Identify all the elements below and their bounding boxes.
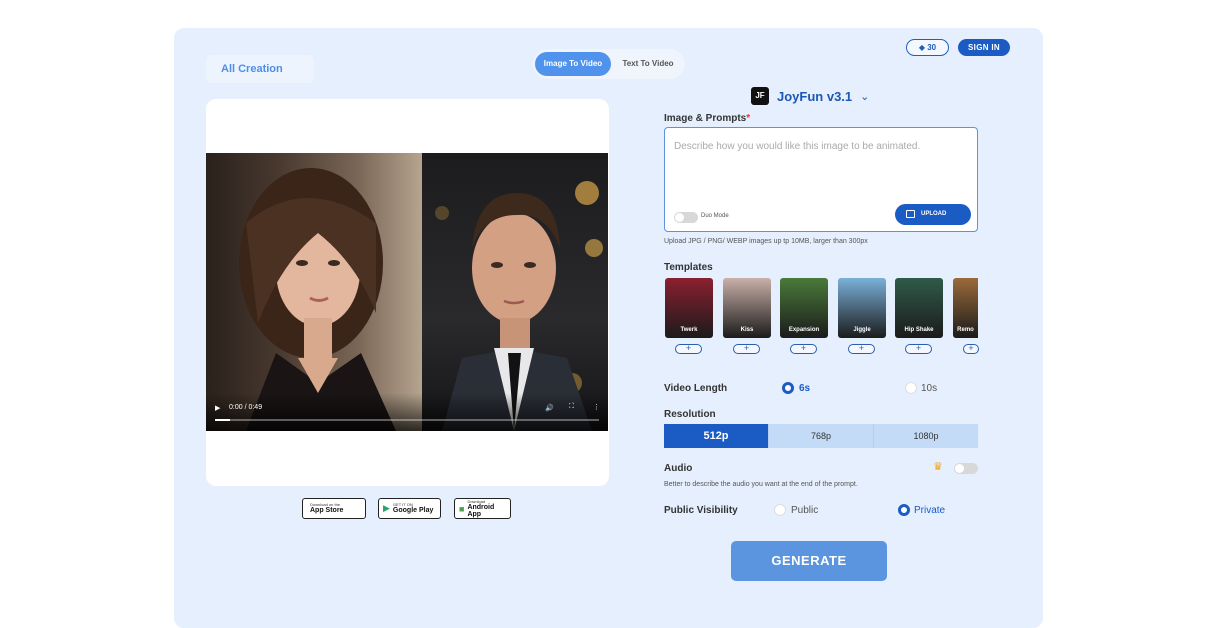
- video-time: 0:00 / 0:49: [229, 404, 263, 411]
- generate-button[interactable]: GENERATE: [731, 541, 887, 581]
- radio-public[interactable]: [774, 504, 786, 516]
- template-card[interactable]: Expansion: [780, 278, 828, 338]
- preview-card: ▶ 0:00 / 0:49 🔊 ⛶ ⋮: [206, 99, 609, 486]
- add-template-button[interactable]: +: [790, 344, 817, 354]
- app-store-badge[interactable]: Download on the App Store: [302, 498, 366, 519]
- man-portrait: [422, 153, 608, 431]
- image-icon: [906, 210, 915, 218]
- option-public: Public: [791, 505, 819, 516]
- resolution-label: Resolution: [664, 409, 716, 420]
- image-prompts-label: Image & Prompts*: [664, 113, 751, 124]
- prompt-placeholder: Describe how you would like this image t…: [674, 141, 921, 152]
- audio-hint: Better to describe the audio you want at…: [664, 481, 858, 488]
- volume-icon[interactable]: 🔊: [545, 404, 554, 412]
- add-template-button[interactable]: +: [848, 344, 875, 354]
- add-template-button[interactable]: +: [905, 344, 932, 354]
- template-label: Jiggle: [853, 327, 871, 333]
- template-label: Expansion: [788, 327, 820, 333]
- mode-switch: Image To Video Text To Video: [533, 49, 685, 79]
- resolution-768p[interactable]: 768p: [768, 424, 873, 448]
- android-app-badge[interactable]: ■ Download Android App: [454, 498, 511, 519]
- video-progress-fill: [215, 419, 231, 421]
- video-controls: [206, 393, 608, 431]
- template-card[interactable]: Remo: [953, 278, 978, 338]
- template-label: Remo: [957, 327, 974, 333]
- woman-portrait: [206, 153, 422, 431]
- template-label: Hip Shake: [904, 327, 934, 333]
- more-options-icon[interactable]: ⋮: [593, 403, 600, 411]
- tab-text-to-video[interactable]: Text To Video: [613, 52, 683, 76]
- option-private: Private: [914, 505, 946, 516]
- template-label: Twerk: [680, 327, 698, 333]
- radio-private[interactable]: [898, 504, 910, 516]
- radio-6s[interactable]: [782, 382, 794, 394]
- google-play-icon: ▶: [383, 503, 390, 513]
- video-progress-bar[interactable]: [215, 419, 599, 421]
- android-label: Android App: [467, 503, 495, 518]
- radio-10s[interactable]: [905, 382, 917, 394]
- upload-button[interactable]: UPLOAD: [895, 204, 971, 225]
- play-icon[interactable]: ▶: [215, 404, 220, 412]
- upload-hint: Upload JPG / PNG/ WEBP images up tp 10MB…: [664, 238, 868, 245]
- model-name: JoyFun v3.1: [777, 88, 853, 104]
- model-selector[interactable]: JF JoyFun v3.1 ⌄: [751, 86, 869, 106]
- add-template-button[interactable]: +: [675, 344, 702, 354]
- google-play-label: Google Play: [392, 507, 434, 514]
- option-10s: 10s: [921, 383, 938, 394]
- video-length-label: Video Length: [664, 383, 728, 394]
- resolution-1080p[interactable]: 1080p: [873, 424, 978, 448]
- template-card[interactable]: Twerk: [665, 278, 713, 338]
- audio-label: Audio: [664, 463, 693, 474]
- credits-badge[interactable]: ◆ 30: [906, 39, 949, 56]
- sign-in-button[interactable]: SIGN IN: [958, 39, 1010, 56]
- diamond-icon: ◆: [918, 43, 925, 52]
- joyfun-logo: JF: [751, 87, 769, 105]
- resolution-selector: 512p 768p 1080p: [664, 424, 978, 448]
- app-store-label: App Store: [310, 507, 344, 514]
- chevron-down-icon: ⌄: [860, 90, 870, 103]
- templates-label: Templates: [664, 262, 713, 273]
- video-player[interactable]: ▶ 0:00 / 0:49 🔊 ⛶ ⋮: [206, 153, 608, 431]
- duo-mode-label: Duo Mode: [701, 213, 729, 219]
- tab-image-to-video[interactable]: Image To Video: [535, 52, 611, 76]
- crown-icon: ♛: [933, 461, 943, 473]
- template-card[interactable]: Hip Shake: [895, 278, 943, 338]
- fullscreen-icon[interactable]: ⛶: [569, 403, 574, 411]
- add-template-button[interactable]: +: [733, 344, 760, 354]
- visibility-label: Public Visibility: [664, 505, 738, 516]
- duo-mode-toggle[interactable]: [674, 212, 698, 223]
- template-card[interactable]: Kiss: [723, 278, 771, 338]
- android-icon: ■: [459, 503, 465, 514]
- option-6s: 6s: [799, 383, 811, 394]
- all-creation-button[interactable]: All Creation: [206, 55, 314, 83]
- audio-toggle[interactable]: [954, 463, 978, 474]
- prompt-input[interactable]: Describe how you would like this image t…: [664, 127, 978, 232]
- template-card[interactable]: Jiggle: [838, 278, 886, 338]
- add-template-button[interactable]: +: [963, 344, 979, 354]
- resolution-512p[interactable]: 512p: [664, 424, 768, 448]
- credits-count: 30: [927, 43, 937, 52]
- template-label: Kiss: [740, 327, 754, 333]
- google-play-badge[interactable]: ▶ GET IT ON Google Play: [378, 498, 441, 519]
